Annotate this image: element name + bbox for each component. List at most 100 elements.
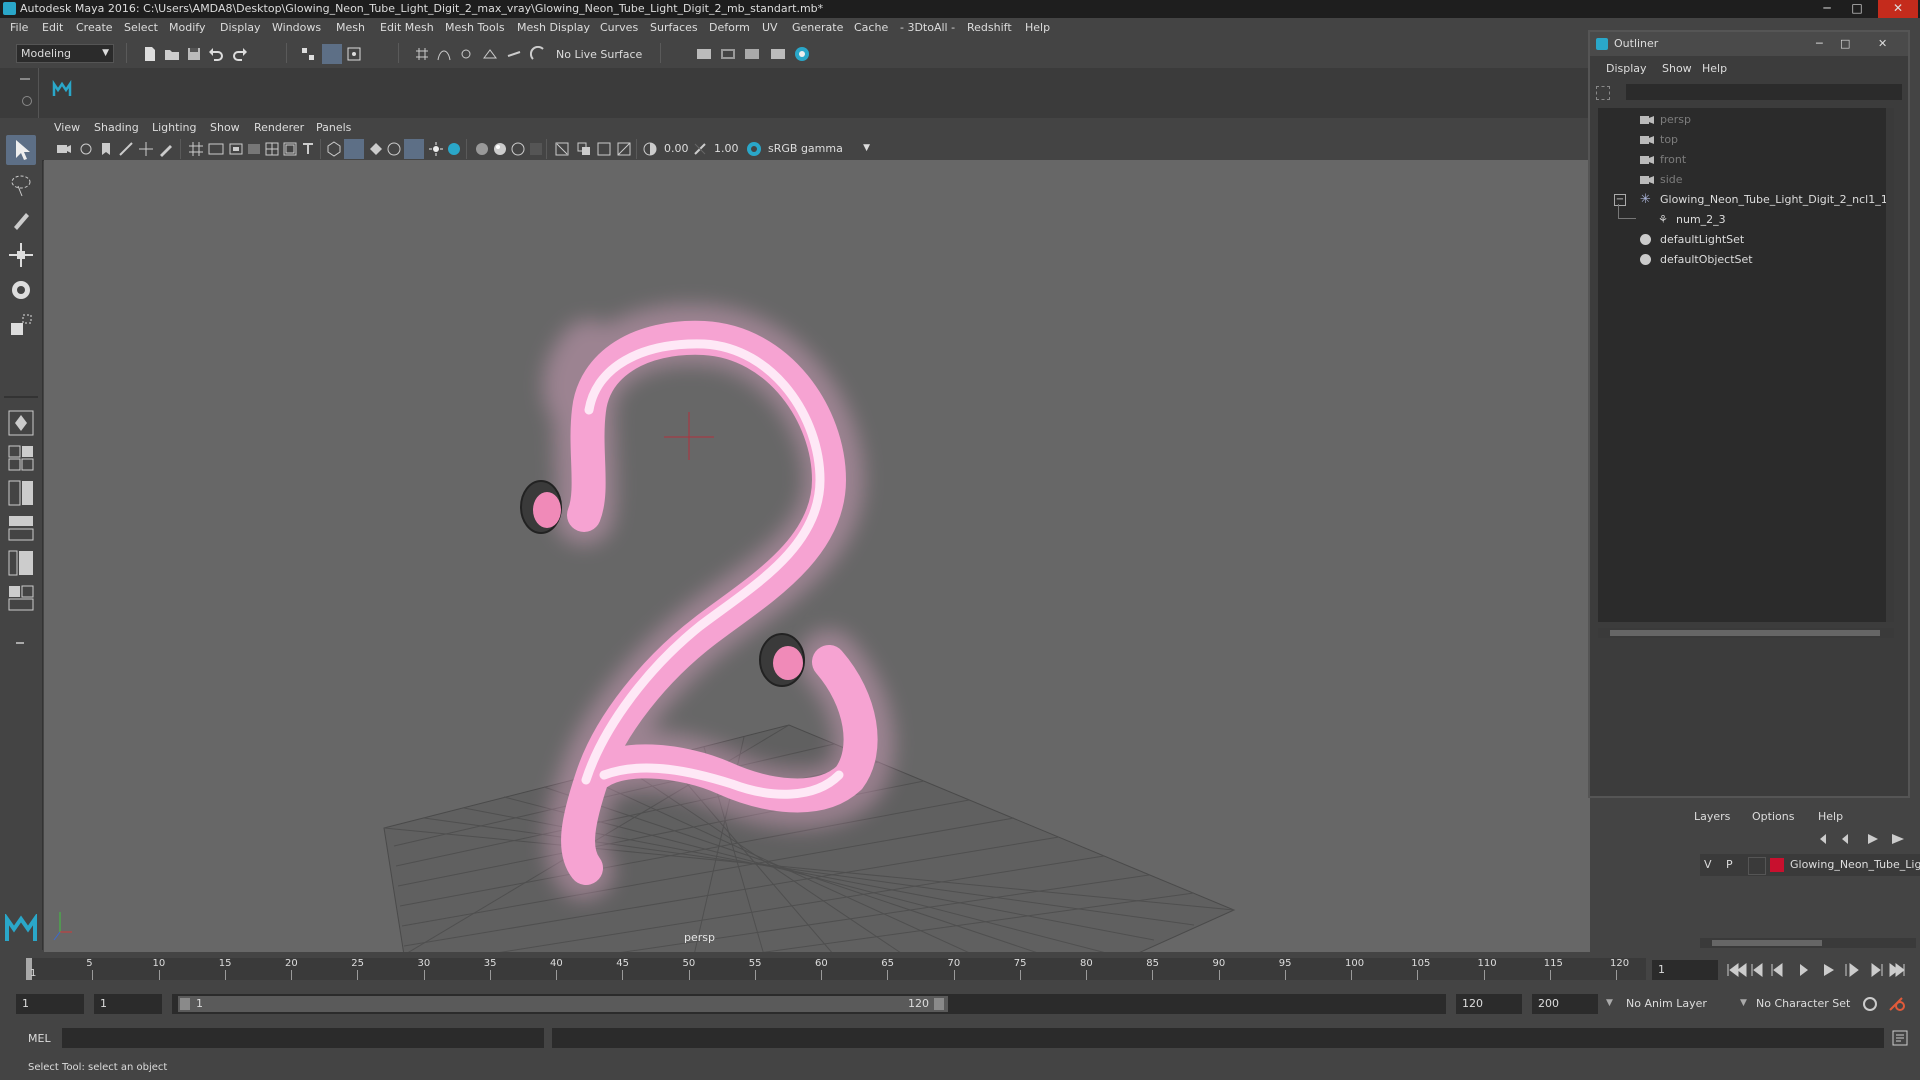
shelf-menu-icon[interactable]: [20, 78, 30, 80]
menu-cache[interactable]: Cache: [854, 21, 888, 34]
layout-four-pane[interactable]: [6, 443, 36, 473]
animation-prefs-icon[interactable]: [1888, 996, 1906, 1012]
menu-generate[interactable]: Generate: [792, 21, 843, 34]
command-input[interactable]: [62, 1028, 544, 1048]
playback-start-field[interactable]: 1: [94, 994, 162, 1014]
menu-edit-mesh[interactable]: Edit Mesh: [380, 21, 434, 34]
undo-icon[interactable]: [208, 46, 224, 62]
outliner-menu-show[interactable]: Show: [1662, 62, 1692, 75]
paint-select-tool[interactable]: [6, 205, 36, 235]
layer-type-toggle[interactable]: [1748, 857, 1766, 875]
isolate-select-icon[interactable]: [554, 141, 570, 157]
xray-components-icon[interactable]: [616, 141, 632, 157]
current-frame-field[interactable]: 1: [1652, 960, 1718, 980]
select-component-icon[interactable]: [346, 46, 362, 62]
time-ruler[interactable]: 1 5 10 15 20 25 30 35 40 45 50 55 60 65 70 75 80 85 90 95 1…: [26, 958, 1646, 980]
smooth-shade-button[interactable]: [344, 139, 364, 159]
scene-start-field[interactable]: 1: [16, 994, 84, 1014]
select-object-button[interactable]: [322, 44, 342, 64]
gamma-value[interactable]: 1.00: [714, 142, 739, 155]
layer-color-swatch[interactable]: [1770, 858, 1784, 872]
outliner-minimize-button[interactable]: ─: [1816, 32, 1823, 56]
outliner-menu-help[interactable]: Help: [1702, 62, 1727, 75]
outliner-item[interactable]: defaultLightSet: [1638, 230, 1888, 250]
layout-persp-outliner[interactable]: [6, 513, 36, 543]
outliner-close-button[interactable]: ✕: [1878, 32, 1887, 56]
outliner-menu-display[interactable]: Display: [1606, 62, 1647, 75]
layout-two-pane[interactable]: [6, 478, 36, 508]
safe-title-icon[interactable]: [300, 141, 316, 157]
lasso-tool[interactable]: [6, 170, 36, 200]
layer-row[interactable]: V P Glowing_Neon_Tube_Lig: [1700, 854, 1920, 876]
vp-menu-view[interactable]: View: [54, 121, 80, 134]
make-live-icon[interactable]: [530, 46, 546, 62]
layer-visibility-toggle[interactable]: V: [1704, 858, 1712, 871]
bookmark-icon[interactable]: [98, 141, 114, 157]
scrollbar-thumb[interactable]: [1712, 940, 1822, 946]
auto-key-icon[interactable]: [1862, 996, 1878, 1012]
persp-viewport[interactable]: persp: [44, 160, 1590, 952]
render-view-icon[interactable]: [696, 46, 712, 62]
scene-end-field[interactable]: 200: [1532, 994, 1598, 1014]
gamma-icon[interactable]: [692, 141, 708, 157]
color-management-icon[interactable]: [746, 141, 762, 157]
wireframe-on-shaded-icon[interactable]: [386, 141, 402, 157]
scale-tool[interactable]: [6, 310, 36, 340]
outliner-item[interactable]: ⚘ num_2_3: [1658, 210, 1888, 230]
move-tool[interactable]: [6, 240, 36, 270]
minimize-button[interactable]: ─: [1812, 0, 1842, 18]
outliner-item[interactable]: top: [1638, 130, 1888, 150]
range-slider-track[interactable]: 1 120: [172, 994, 1446, 1014]
shadows-icon[interactable]: [446, 141, 462, 157]
range-end-grip[interactable]: [934, 998, 944, 1010]
menu-file[interactable]: File: [10, 21, 28, 34]
menu-mesh[interactable]: Mesh: [336, 21, 365, 34]
outliner-item[interactable]: front: [1638, 150, 1888, 170]
render-frame-icon[interactable]: [720, 46, 736, 62]
outliner-item[interactable]: defaultObjectSet: [1638, 250, 1888, 270]
layer-action-icons[interactable]: [1818, 832, 1908, 846]
layers-menu-options[interactable]: Options: [1752, 810, 1794, 823]
layer-playback-toggle[interactable]: P: [1726, 858, 1733, 871]
screen-space-ao-icon[interactable]: [474, 141, 490, 157]
grid-icon[interactable]: [188, 141, 204, 157]
menu-uv[interactable]: UV: [762, 21, 778, 34]
menu-select[interactable]: Select: [124, 21, 158, 34]
ipr-render-icon[interactable]: [744, 46, 760, 62]
layers-horizontal-scrollbar[interactable]: [1700, 938, 1916, 948]
layout-hypershade[interactable]: [6, 583, 36, 613]
vp-menu-panels[interactable]: Panels: [316, 121, 351, 134]
layers-menu-layers[interactable]: Layers: [1694, 810, 1730, 823]
exposure-value[interactable]: 0.00: [664, 142, 689, 155]
outliner-horizontal-scrollbar[interactable]: [1598, 628, 1894, 638]
snap-curve-icon[interactable]: [436, 46, 452, 62]
depth-of-field-icon[interactable]: [528, 141, 544, 157]
exposure-icon[interactable]: [642, 141, 658, 157]
menu-deform[interactable]: Deform: [709, 21, 750, 34]
hypershade-icon[interactable]: [794, 46, 810, 62]
menu-redshift[interactable]: Redshift: [967, 21, 1012, 34]
outliner-search-field[interactable]: [1626, 84, 1902, 100]
time-slider[interactable]: 1 5 10 15 20 25 30 35 40 45 50 55 60 65 70 75 80 85 90 95 1…: [0, 952, 1920, 986]
menu-modify[interactable]: Modify: [169, 21, 205, 34]
image-plane-icon[interactable]: [118, 141, 134, 157]
maximize-button[interactable]: □: [1842, 0, 1872, 18]
layers-menu-help[interactable]: Help: [1818, 810, 1843, 823]
layout-graph-editor[interactable]: [6, 548, 36, 578]
character-set-dropdown[interactable]: ▼ No Character Set: [1740, 994, 1858, 1014]
script-editor-icon[interactable]: [1892, 1030, 1908, 1046]
vp-menu-renderer[interactable]: Renderer: [254, 121, 304, 134]
redo-icon[interactable]: [232, 46, 248, 62]
anim-layer-dropdown[interactable]: ▼ No Anim Layer: [1606, 994, 1742, 1014]
film-gate-icon[interactable]: [208, 141, 224, 157]
menu-display[interactable]: Display: [220, 21, 261, 34]
two-d-pan-icon[interactable]: [138, 141, 154, 157]
vp-menu-show[interactable]: Show: [210, 121, 240, 134]
shelf-settings-icon[interactable]: [22, 96, 32, 106]
use-all-lights-icon[interactable]: [428, 141, 444, 157]
outliner-item[interactable]: ✳ Glowing_Neon_Tube_Light_Digit_2_ncl1_1: [1638, 190, 1888, 210]
collapse-toggle[interactable]: −: [1614, 194, 1626, 206]
xray-joints-icon[interactable]: [596, 141, 612, 157]
menu-create[interactable]: Create: [76, 21, 113, 34]
outliner-item[interactable]: side: [1638, 170, 1888, 190]
